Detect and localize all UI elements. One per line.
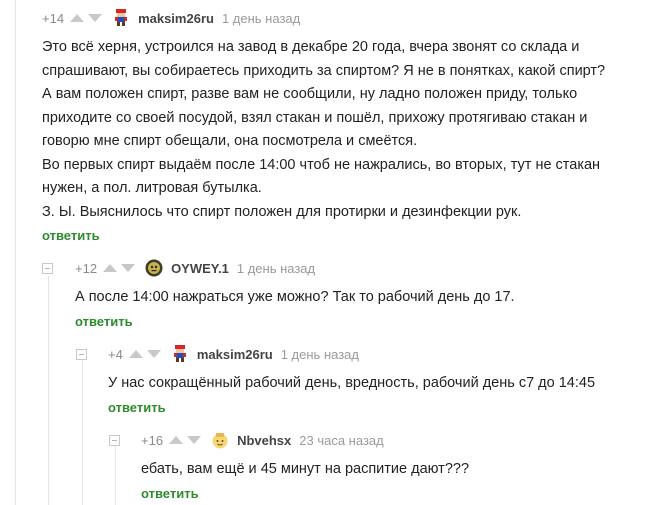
thread-line <box>115 446 116 505</box>
comment: +16 Nbvehsx 23 часа назад ебать, вам ещё… <box>141 430 641 503</box>
reply-button[interactable]: ответить <box>75 314 133 329</box>
comment-body: Это всё херня, устроился на завод в дека… <box>42 39 606 220</box>
downvote-arrow-icon[interactable] <box>88 14 103 22</box>
comment-header: +14 maksim26ru 1 день назад <box>42 8 642 28</box>
downvote-arrow-icon[interactable] <box>187 436 202 444</box>
comment-header: +4 maksim26ru 1 день назад <box>108 344 638 364</box>
comment-time[interactable]: 1 день назад <box>281 347 359 362</box>
reply-button[interactable]: ответить <box>141 486 199 501</box>
comment: +14 maksim26ru 1 день назад Это всё херн… <box>42 8 642 245</box>
comment-author[interactable]: maksim26ru <box>197 347 273 362</box>
comment-header: +12 OYWEY.1 1 день назад <box>75 258 635 278</box>
thread-line <box>82 360 83 505</box>
downvote-arrow-icon[interactable] <box>146 350 161 358</box>
comment-time[interactable]: 1 день назад <box>222 11 300 26</box>
collapse-thread-button[interactable] <box>109 435 120 446</box>
collapse-thread-button[interactable] <box>76 349 87 360</box>
upvote-arrow-icon[interactable] <box>103 264 118 272</box>
comment-body: А после 14:00 нажраться уже можно? Так т… <box>75 289 515 305</box>
comment-rating: +4 <box>108 346 123 362</box>
thread-line <box>15 0 16 505</box>
comment-rating: +12 <box>75 260 98 276</box>
mario-avatar-icon[interactable] <box>171 345 189 363</box>
comment-author[interactable]: OYWEY.1 <box>171 261 229 276</box>
collapse-thread-button[interactable] <box>42 263 53 274</box>
thread-line <box>48 276 49 505</box>
mario-avatar-icon[interactable] <box>112 9 130 27</box>
yellow-creature-avatar-icon[interactable] <box>211 431 229 449</box>
reply-button[interactable]: ответить <box>42 228 100 243</box>
comment-author[interactable]: maksim26ru <box>138 11 214 26</box>
comment-rating: +16 <box>141 432 164 448</box>
upvote-arrow-icon[interactable] <box>70 14 85 22</box>
comment-rating: +14 <box>42 10 65 26</box>
round-face-avatar-icon[interactable] <box>145 259 163 277</box>
comment-time[interactable]: 1 день назад <box>237 261 315 276</box>
reply-button[interactable]: ответить <box>108 400 166 415</box>
downvote-arrow-icon[interactable] <box>121 264 136 272</box>
comment-body: У нас сокращённый рабочий день, вредност… <box>108 375 596 391</box>
comment-body: ебать, вам ещё и 45 минут на распитие да… <box>141 461 470 477</box>
upvote-arrow-icon[interactable] <box>128 350 143 358</box>
upvote-arrow-icon[interactable] <box>169 436 184 444</box>
comment: +12 OYWEY.1 1 день назад А после 14:00 н… <box>75 258 635 331</box>
comment-author[interactable]: Nbvehsx <box>237 433 291 448</box>
comment-time[interactable]: 23 часа назад <box>299 433 383 448</box>
comment-header: +16 Nbvehsx 23 часа назад <box>141 430 641 450</box>
comment: +4 maksim26ru 1 день назад У нас сокращё… <box>108 344 638 417</box>
